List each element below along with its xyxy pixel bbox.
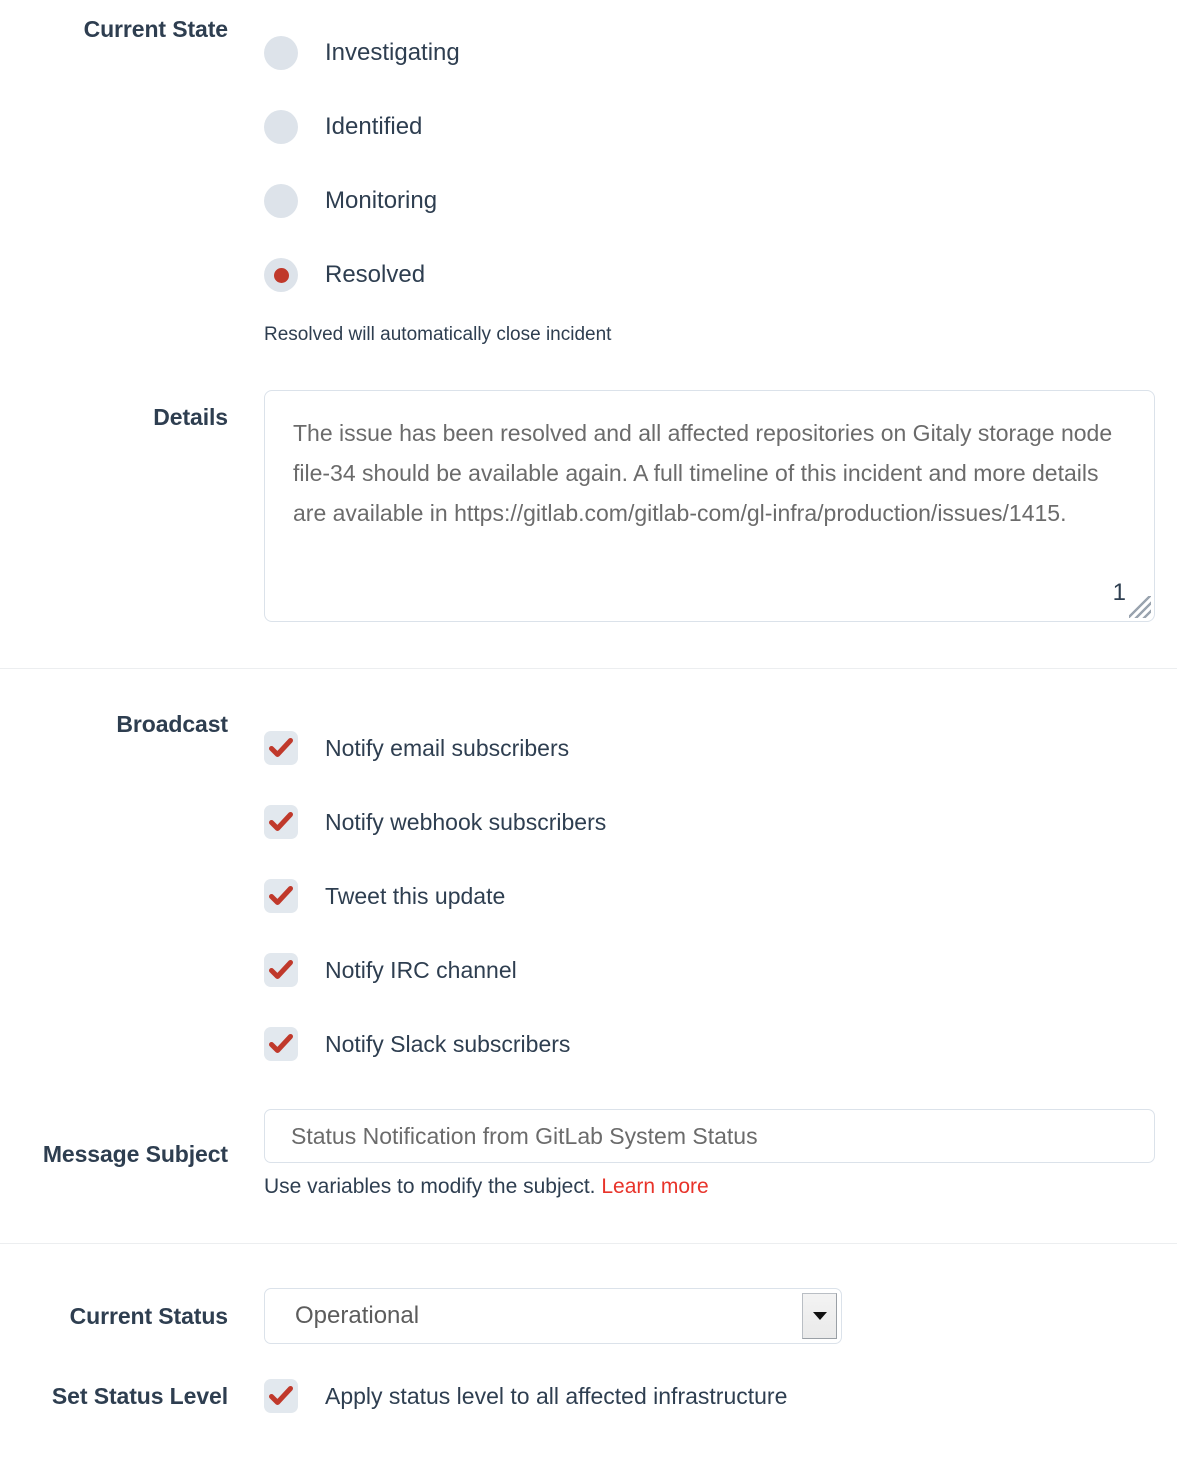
checkmark-icon[interactable] — [264, 879, 298, 913]
current-state-label: Current State — [83, 16, 229, 42]
checkmark-icon[interactable] — [264, 731, 298, 765]
checkbox-label-tweet-update[interactable]: Tweet this update — [325, 883, 505, 910]
checkmark-icon[interactable] — [264, 1027, 298, 1061]
radio-label-investigating[interactable]: Investigating — [325, 39, 460, 67]
details-label: Details — [153, 404, 228, 430]
details-textarea[interactable]: The issue has been resolved and all affe… — [264, 390, 1155, 622]
checkbox-tweet-update[interactable]: Tweet this update — [264, 859, 1177, 933]
radio-option-resolved[interactable]: Resolved — [264, 238, 1177, 312]
checkbox-apply-status-level[interactable]: Apply status level to all affected infra… — [264, 1370, 1177, 1422]
current-state-row: Current State Investigating Identified M… — [0, 0, 1177, 346]
radio-option-identified[interactable]: Identified — [264, 90, 1177, 164]
message-subject-helper: Use variables to modify the subject. Lea… — [264, 1175, 1177, 1199]
radio-label-monitoring[interactable]: Monitoring — [325, 187, 437, 215]
checkbox-label-notify-slack[interactable]: Notify Slack subscribers — [325, 1031, 570, 1058]
checkbox-label-apply-status-level[interactable]: Apply status level to all affected infra… — [325, 1383, 787, 1410]
current-status-select[interactable]: Operational — [264, 1288, 842, 1344]
chevron-down-icon[interactable] — [802, 1293, 837, 1339]
broadcast-label: Broadcast — [116, 711, 228, 737]
checkbox-notify-irc[interactable]: Notify IRC channel — [264, 933, 1177, 1007]
radio-label-identified[interactable]: Identified — [325, 113, 422, 141]
checkmark-icon[interactable] — [264, 953, 298, 987]
message-subject-input[interactable] — [264, 1109, 1155, 1163]
checkbox-label-notify-irc[interactable]: Notify IRC channel — [325, 957, 517, 984]
message-subject-row: Message Subject Use variables to modify … — [0, 1109, 1177, 1199]
details-row: Details The issue has been resolved and … — [0, 390, 1177, 622]
details-char-count: 1 — [1112, 579, 1126, 606]
current-status-selected-value: Operational — [295, 1302, 420, 1329]
radio-label-resolved[interactable]: Resolved — [325, 261, 425, 289]
radio-circle-icon[interactable] — [264, 36, 298, 70]
radio-circle-icon[interactable] — [264, 110, 298, 144]
incident-update-form: Current State Investigating Identified M… — [0, 0, 1177, 1422]
checkmark-icon[interactable] — [264, 805, 298, 839]
current-status-label: Current Status — [69, 1302, 228, 1329]
current-status-row: Current Status Operational — [0, 1244, 1177, 1344]
radio-dot-icon — [273, 267, 289, 283]
checkbox-notify-email[interactable]: Notify email subscribers — [264, 711, 1177, 785]
message-subject-label: Message Subject — [42, 1140, 228, 1167]
checkbox-notify-slack[interactable]: Notify Slack subscribers — [264, 1007, 1177, 1081]
checkmark-icon[interactable] — [264, 1379, 298, 1413]
checkbox-notify-webhook[interactable]: Notify webhook subscribers — [264, 785, 1177, 859]
broadcast-row: Broadcast Notify email subscribers Notif… — [0, 669, 1177, 1081]
current-state-radio-group: Investigating Identified Monitoring Reso… — [264, 16, 1177, 312]
radio-circle-selected-icon[interactable] — [264, 258, 298, 292]
radio-option-monitoring[interactable]: Monitoring — [264, 164, 1177, 238]
current-state-helper-text: Resolved will automatically close incide… — [264, 324, 612, 345]
set-status-level-label: Set Status Level — [51, 1382, 228, 1409]
radio-option-investigating[interactable]: Investigating — [264, 16, 1177, 90]
set-status-level-row: Set Status Level Apply status level to a… — [0, 1370, 1177, 1422]
textarea-resize-handle-icon[interactable] — [1129, 596, 1151, 618]
radio-circle-icon[interactable] — [264, 184, 298, 218]
checkbox-label-notify-webhook[interactable]: Notify webhook subscribers — [325, 809, 606, 836]
checkbox-label-notify-email[interactable]: Notify email subscribers — [325, 735, 569, 762]
message-subject-helper-text: Use variables to modify the subject. — [264, 1175, 596, 1198]
details-textarea-value: The issue has been resolved and all affe… — [293, 420, 1113, 526]
learn-more-link[interactable]: Learn more — [601, 1175, 708, 1198]
